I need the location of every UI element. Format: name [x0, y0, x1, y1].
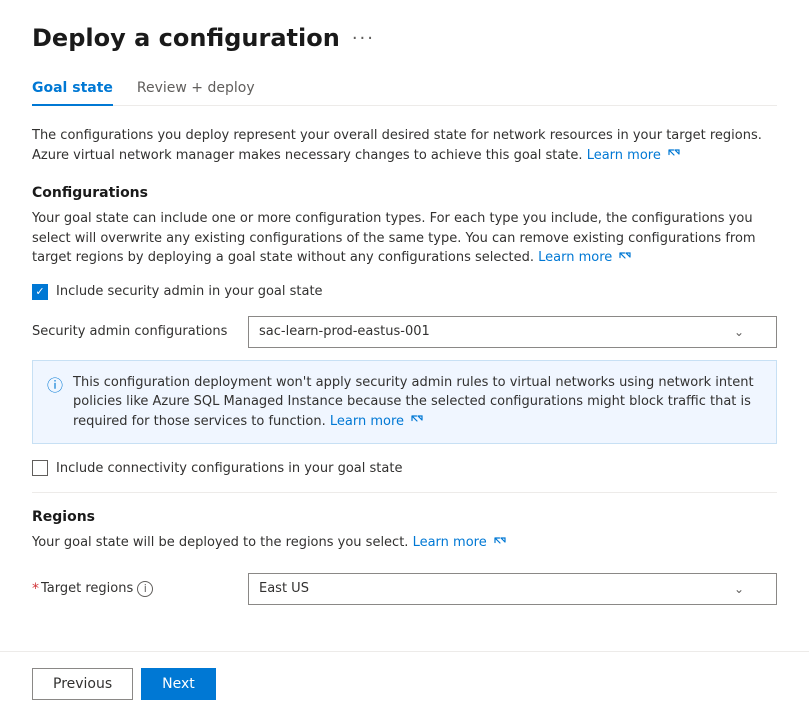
info-box-external-link-icon	[411, 415, 423, 427]
info-box-text: This configuration deployment won't appl…	[73, 373, 762, 432]
configurations-description: Your goal state can include one or more …	[32, 209, 777, 268]
security-admin-checkbox[interactable]: ✓	[32, 284, 48, 300]
security-admin-checkbox-row: ✓ Include security admin in your goal st…	[32, 284, 777, 300]
connectivity-checkbox-row: Include connectivity configurations in y…	[32, 460, 777, 476]
info-box: ⓘ This configuration deployment won't ap…	[32, 360, 777, 445]
regions-external-link-icon	[494, 537, 506, 549]
page-title: Deploy a configuration	[32, 24, 340, 52]
next-button[interactable]: Next	[141, 668, 216, 700]
footer: Previous Next	[0, 651, 809, 716]
previous-button[interactable]: Previous	[32, 668, 133, 700]
security-admin-checkbox-label: Include security admin in your goal stat…	[56, 284, 323, 299]
configurations-title: Configurations	[32, 185, 777, 201]
target-regions-value: East US	[259, 581, 734, 596]
target-regions-info-icon[interactable]: i	[137, 581, 153, 597]
external-link-icon	[668, 149, 680, 161]
required-star: *	[32, 581, 39, 597]
regions-description: Your goal state will be deployed to the …	[32, 533, 777, 553]
intro-learn-more-link[interactable]: Learn more	[587, 148, 680, 163]
target-regions-chevron-icon: ⌄	[734, 582, 744, 596]
target-regions-label-container: * Target regions i	[32, 581, 232, 597]
connectivity-checkbox-label: Include connectivity configurations in y…	[56, 461, 402, 476]
security-admin-config-label: Security admin configurations	[32, 324, 232, 339]
tab-goal-state[interactable]: Goal state	[32, 72, 113, 106]
target-regions-label: Target regions	[41, 581, 133, 596]
target-regions-row: * Target regions i East US ⌄	[32, 573, 777, 605]
connectivity-checkbox[interactable]	[32, 460, 48, 476]
configurations-section: Configurations Your goal state can inclu…	[32, 185, 777, 476]
security-admin-config-dropdown[interactable]: sac-learn-prod-eastus-001 ⌄	[248, 316, 777, 348]
dropdown-chevron-icon: ⌄	[734, 325, 744, 339]
configurations-external-link-icon	[619, 252, 631, 264]
security-admin-config-value: sac-learn-prod-eastus-001	[259, 324, 734, 339]
section-divider	[32, 492, 777, 493]
regions-title: Regions	[32, 509, 777, 525]
regions-learn-more-link[interactable]: Learn more	[413, 535, 506, 550]
info-circle-icon: ⓘ	[47, 374, 63, 432]
more-options-icon[interactable]: ···	[352, 28, 375, 49]
checkbox-checkmark: ✓	[35, 286, 44, 297]
tab-review-deploy[interactable]: Review + deploy	[137, 72, 255, 106]
security-admin-config-row: Security admin configurations sac-learn-…	[32, 316, 777, 348]
configurations-learn-more-link[interactable]: Learn more	[538, 250, 631, 265]
intro-description: The configurations you deploy represent …	[32, 126, 777, 165]
info-box-learn-more-link[interactable]: Learn more	[330, 414, 423, 429]
regions-section: Regions Your goal state will be deployed…	[32, 509, 777, 605]
target-regions-dropdown[interactable]: East US ⌄	[248, 573, 777, 605]
tab-bar: Goal state Review + deploy	[32, 72, 777, 106]
